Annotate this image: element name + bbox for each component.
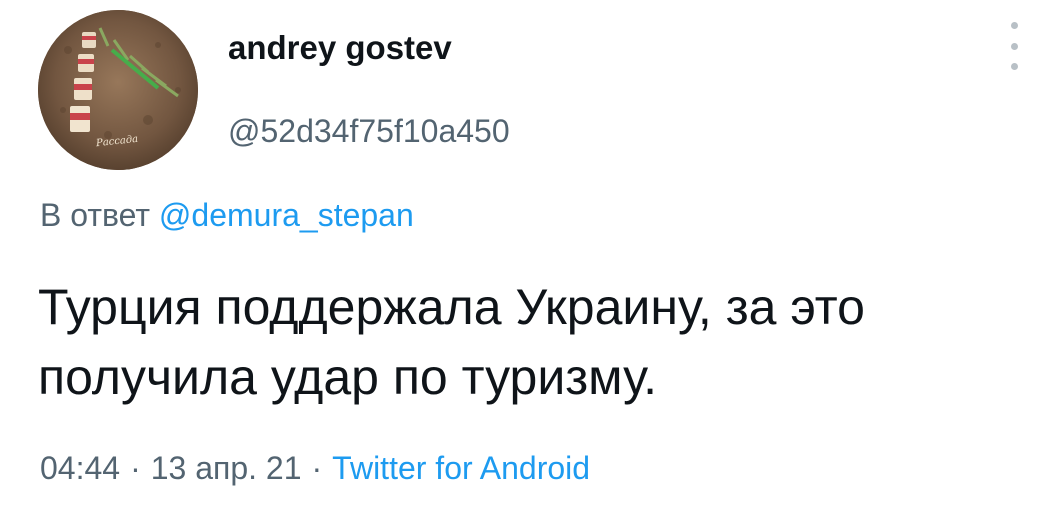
tweet-time[interactable]: 04:44 xyxy=(40,450,120,486)
tweet-text: Турция поддержала Украину, за это получи… xyxy=(38,279,865,405)
avatar[interactable]: Рассада xyxy=(38,10,198,170)
tweet-card: Рассада andrey gostev @52d34f75f10a450 В… xyxy=(0,0,1060,526)
reply-prefix: В ответ xyxy=(40,197,151,233)
reply-to-handle-link[interactable]: @demura_stepan xyxy=(159,197,414,233)
tweet-date[interactable]: 13 апр. 21 xyxy=(151,450,302,486)
tweet-header: Рассада andrey gostev @52d34f75f10a450 xyxy=(38,10,1028,170)
reply-context: В ответ @demura_stepan xyxy=(40,195,414,235)
author-names: andrey gostev @52d34f75f10a450 xyxy=(228,28,510,150)
meta-separator: · xyxy=(311,450,323,486)
tweet-source-link[interactable]: Twitter for Android xyxy=(332,450,590,486)
more-vertical-icon[interactable] xyxy=(1000,22,1028,70)
menu-dot xyxy=(1010,22,1018,29)
menu-dot xyxy=(1010,42,1018,50)
meta-separator: · xyxy=(130,450,141,486)
author-handle[interactable]: @52d34f75f10a450 xyxy=(228,112,510,150)
tweet-meta: 04:44 · 13 апр. 21 · Twitter for Android xyxy=(40,448,590,488)
author-display-name[interactable]: andrey gostev xyxy=(228,28,510,68)
menu-dot xyxy=(1010,63,1018,70)
